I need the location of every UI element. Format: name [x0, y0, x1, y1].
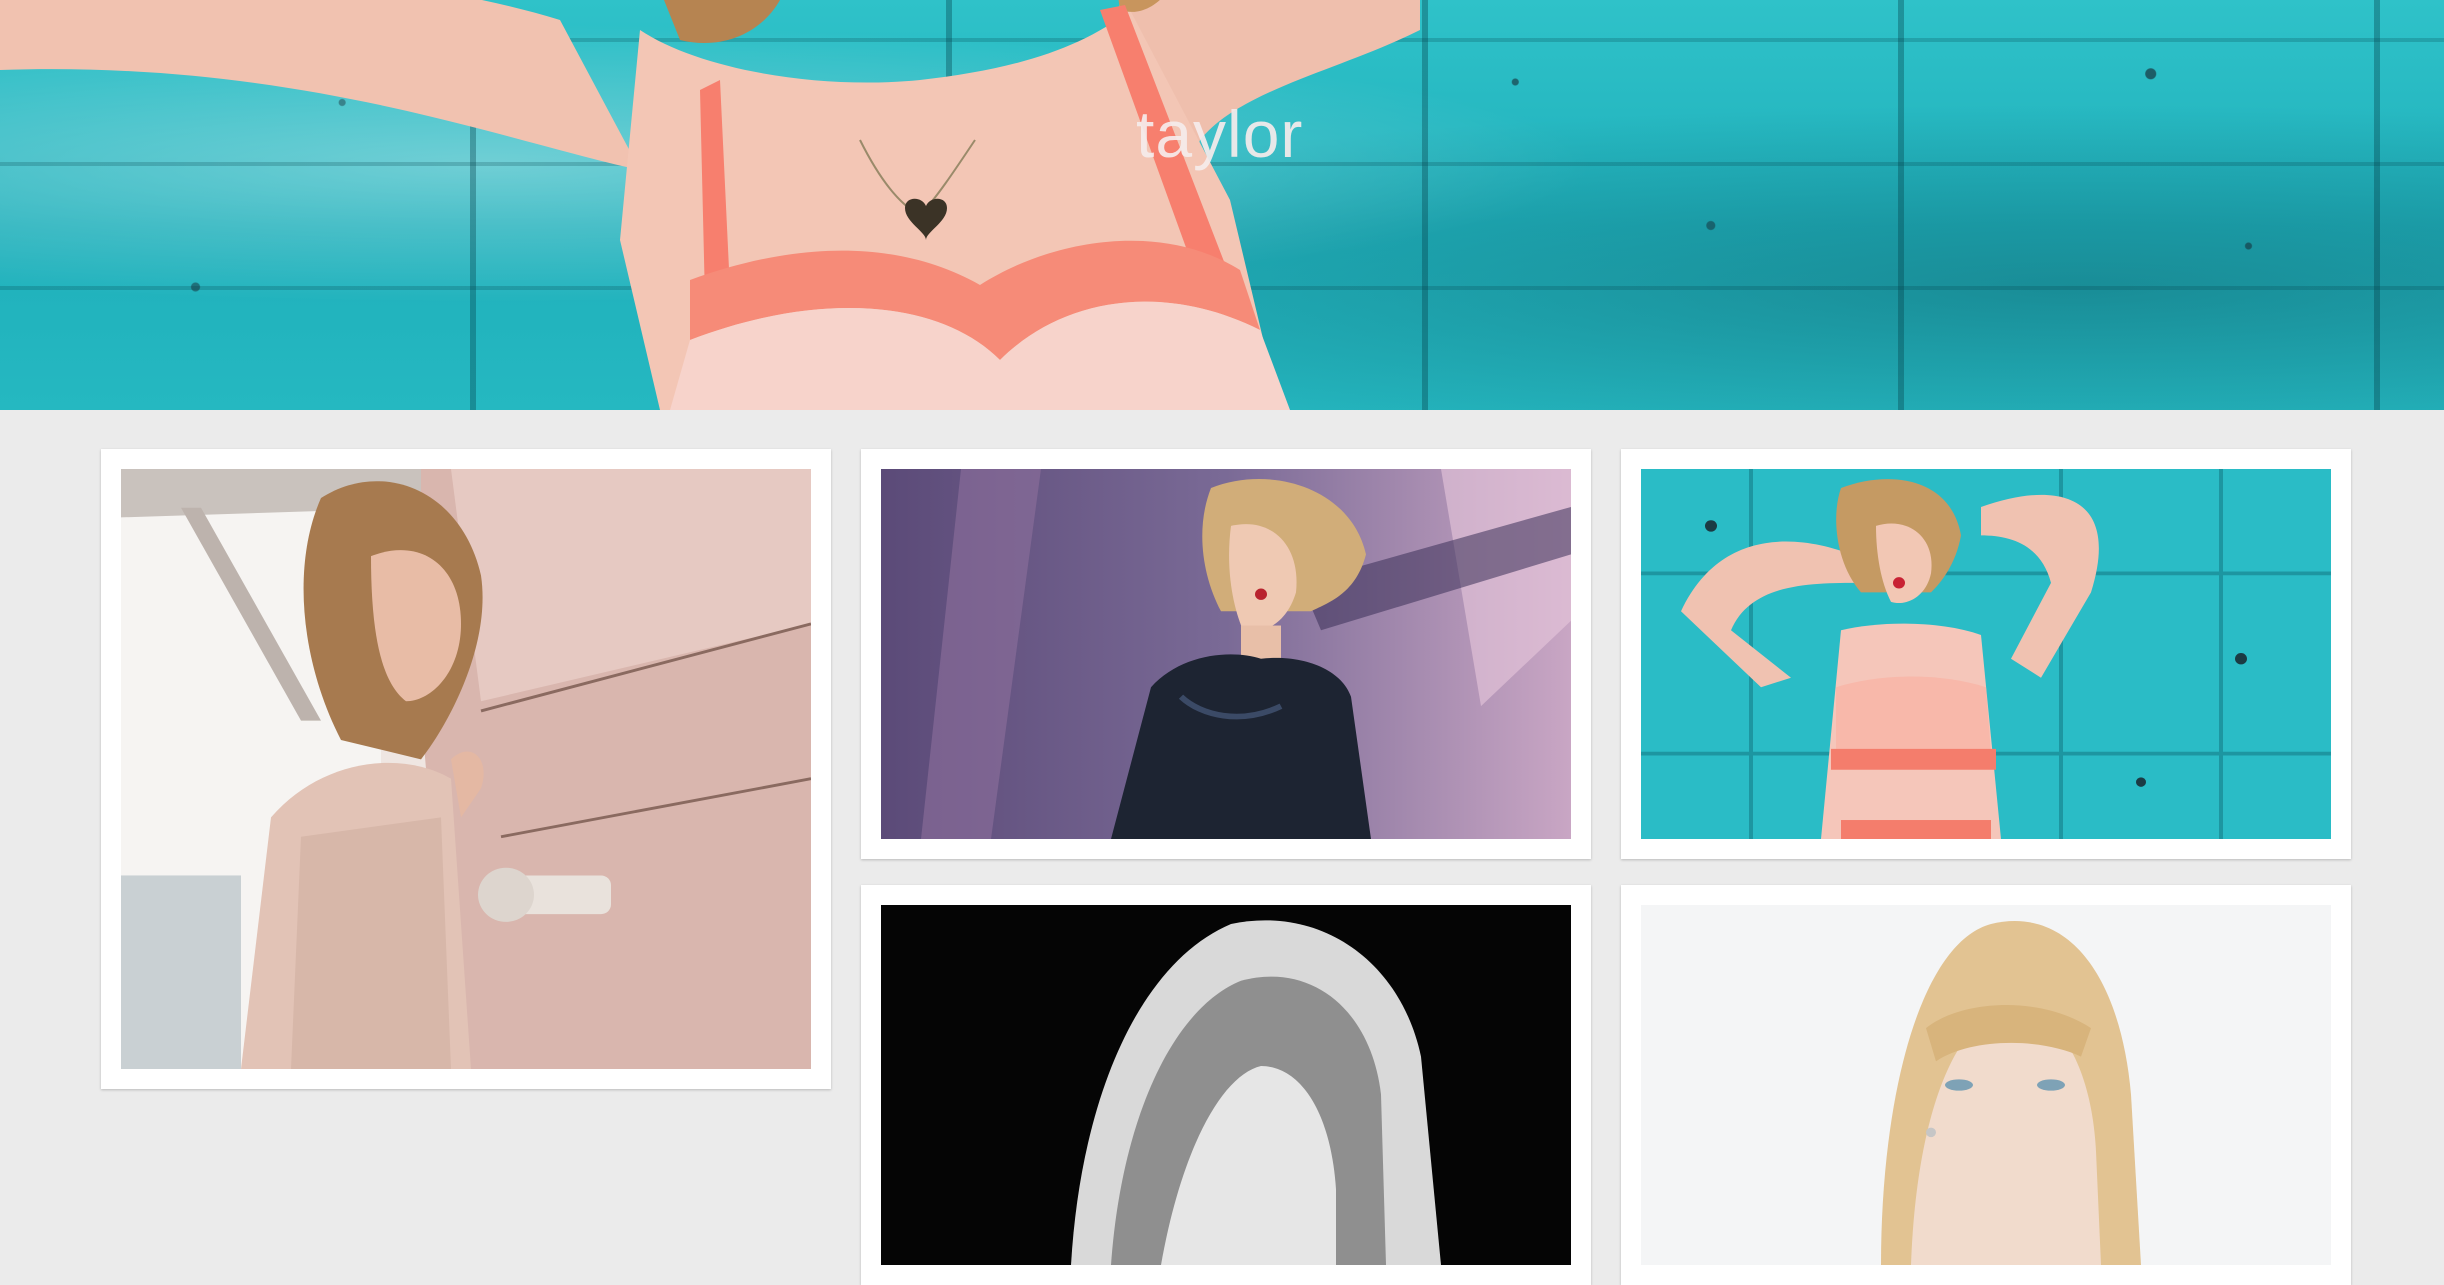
- page-title: taylor: [1136, 97, 1304, 171]
- gallery-card-5[interactable]: [1621, 885, 2351, 1285]
- photo-icon: [881, 469, 1571, 839]
- photo-stage-sequin[interactable]: [881, 469, 1571, 839]
- gallery-card-4[interactable]: [861, 885, 1591, 1285]
- photo-icon: [121, 469, 811, 1069]
- photo-icon: [881, 905, 1571, 1265]
- gallery-card-2[interactable]: [861, 449, 1591, 859]
- photo-black-white[interactable]: [881, 905, 1571, 1265]
- photo-icon: [1641, 469, 2331, 839]
- hero-figure-image: [0, 0, 1420, 410]
- gallery-card-3[interactable]: [1621, 449, 2351, 859]
- gallery-card-1[interactable]: [101, 449, 831, 1089]
- photo-teal-wall[interactable]: [1641, 469, 2331, 839]
- photo-white-portrait[interactable]: [1641, 905, 2331, 1265]
- photo-wet-wall[interactable]: [121, 469, 811, 1069]
- hero-banner: taylor: [0, 0, 2444, 410]
- photo-icon: [1641, 905, 2331, 1265]
